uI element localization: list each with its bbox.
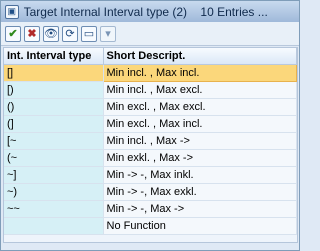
table-row[interactable]: No Function bbox=[4, 217, 297, 235]
find-next-icon: ⟳ bbox=[65, 28, 75, 40]
print-icon: ▭ bbox=[83, 28, 95, 40]
binoculars-icon: 👁 bbox=[44, 28, 58, 40]
description-cell[interactable]: No Function bbox=[103, 217, 297, 235]
interval-type-cell[interactable]: ~) bbox=[4, 183, 104, 201]
table-row[interactable]: (~ Min exkl. , Max -> bbox=[4, 149, 297, 167]
window-icon: ▣ bbox=[5, 4, 19, 19]
dialog-title-text: Target Internal Interval type (2) bbox=[23, 4, 188, 19]
interval-type-cell[interactable]: () bbox=[4, 98, 104, 116]
description-cell[interactable]: Min incl. , Max -> bbox=[103, 132, 297, 150]
table-row[interactable]: (] Min excl. , Max incl. bbox=[4, 115, 297, 133]
results-table: Int. Interval type Short Descript. [] Mi… bbox=[4, 48, 297, 235]
description-cell[interactable]: Min incl. , Max excl. bbox=[103, 81, 297, 99]
description-cell[interactable]: Min -> -, Max exkl. bbox=[103, 183, 297, 201]
interval-type-cell[interactable]: ~] bbox=[4, 166, 104, 184]
result-grid: Int. Interval type Short Descript. [] Mi… bbox=[3, 47, 298, 243]
close-icon: ✖ bbox=[27, 28, 37, 40]
window-footer bbox=[3, 243, 298, 250]
cancel-button[interactable]: ✖ bbox=[24, 25, 40, 42]
continue-button[interactable]: ✔ bbox=[5, 25, 21, 42]
interval-type-cell[interactable]: (~ bbox=[4, 149, 104, 167]
dialog-title: Target Internal Interval type (2) 10 Ent… bbox=[24, 5, 295, 19]
interval-type-cell[interactable]: [) bbox=[4, 81, 104, 99]
find-button[interactable]: 👁 bbox=[43, 25, 59, 42]
interval-type-cell[interactable]: [] bbox=[4, 64, 104, 82]
table-row[interactable]: [] Min incl. , Max incl. bbox=[4, 64, 297, 82]
description-cell[interactable]: Min exkl. , Max -> bbox=[103, 149, 297, 167]
check-icon: ✔ bbox=[8, 28, 18, 40]
entries-count: 10 Entries ... bbox=[200, 4, 268, 19]
table-row[interactable]: ~) Min -> -, Max exkl. bbox=[4, 183, 297, 201]
chevron-down-icon: ▾ bbox=[105, 28, 111, 40]
table-row[interactable]: ~~ Min -> -, Max -> bbox=[4, 200, 297, 218]
description-cell[interactable]: Min -> -, Max inkl. bbox=[103, 166, 297, 184]
table-row[interactable]: () Min excl. , Max excl. bbox=[4, 98, 297, 116]
description-cell[interactable]: Min incl. , Max incl. bbox=[103, 64, 297, 82]
description-cell[interactable]: Min -> -, Max -> bbox=[103, 200, 297, 218]
print-button[interactable]: ▭ bbox=[81, 25, 97, 42]
column-header-type[interactable]: Int. Interval type bbox=[4, 48, 104, 65]
find-next-button[interactable]: ⟳ bbox=[62, 25, 78, 42]
description-cell[interactable]: Min excl. , Max incl. bbox=[103, 115, 297, 133]
table-row[interactable]: ~] Min -> -, Max inkl. bbox=[4, 166, 297, 184]
table-row[interactable]: [) Min incl. , Max excl. bbox=[4, 81, 297, 99]
table-header-row: Int. Interval type Short Descript. bbox=[4, 48, 297, 65]
toolbar: ✔ ✖ 👁 ⟳ ▭ ▾ bbox=[1, 22, 299, 46]
column-header-description[interactable]: Short Descript. bbox=[103, 48, 297, 65]
interval-type-cell[interactable] bbox=[4, 217, 104, 235]
toolbar-dropdown-button[interactable]: ▾ bbox=[100, 25, 116, 42]
interval-type-cell[interactable]: ~~ bbox=[4, 200, 104, 218]
value-help-dialog: ▣ Target Internal Interval type (2) 10 E… bbox=[0, 0, 300, 251]
title-bar[interactable]: ▣ Target Internal Interval type (2) 10 E… bbox=[1, 1, 299, 22]
table-row[interactable]: [~ Min incl. , Max -> bbox=[4, 132, 297, 150]
interval-type-cell[interactable]: (] bbox=[4, 115, 104, 133]
description-cell[interactable]: Min excl. , Max excl. bbox=[103, 98, 297, 116]
interval-type-cell[interactable]: [~ bbox=[4, 132, 104, 150]
